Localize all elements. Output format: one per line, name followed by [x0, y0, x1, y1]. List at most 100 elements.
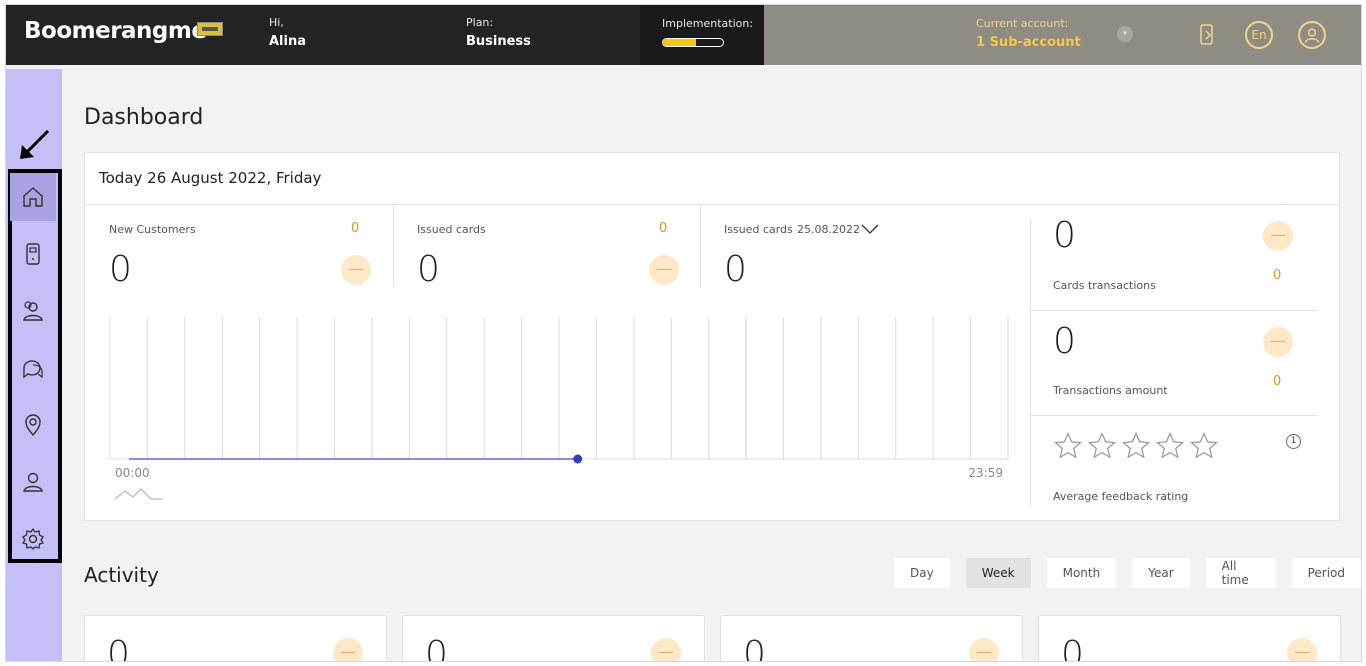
neutral-trend-icon: —: [651, 638, 681, 661]
star-icon: [1155, 431, 1185, 459]
activity-card: 0 —: [1038, 615, 1341, 662]
chat-icon: [23, 360, 43, 379]
neutral-trend-icon: —: [969, 638, 999, 661]
top-bar-left: Boomerangme Hi, Alina Plan: Business Imp…: [6, 5, 764, 65]
activity-title: Activity: [84, 563, 159, 587]
feedback-label: Average feedback rating: [1053, 490, 1189, 503]
sidebar-item-home[interactable]: [10, 173, 56, 221]
user-name: Alina: [269, 34, 307, 49]
wave-icon: [114, 488, 163, 500]
date-select[interactable]: 25.08.2022: [797, 223, 860, 236]
stat-delta: 0: [659, 221, 668, 236]
info-icon[interactable]: 1: [1286, 434, 1301, 449]
chevron-down-icon[interactable]: [861, 224, 879, 234]
plan-label: Plan:: [466, 16, 494, 29]
activity-value: 0: [1061, 634, 1084, 662]
greeting-label: Hi,: [269, 16, 284, 29]
period-tabs: Day Week Month Year All time Period: [894, 558, 1361, 588]
gear-icon: [21, 527, 45, 550]
neutral-trend-icon: —: [1263, 221, 1293, 251]
tab-year[interactable]: Year: [1132, 558, 1190, 588]
stat-delta: 0: [351, 221, 360, 236]
home-icon: [23, 187, 43, 207]
stat-value: 0: [109, 249, 132, 290]
flag-icon: [197, 22, 223, 36]
stat-value: 0: [724, 249, 747, 290]
transactions-amount-label: Transactions amount: [1053, 384, 1168, 397]
top-bar: Boomerangme Hi, Alina Plan: Business Imp…: [6, 5, 1361, 65]
stat-issued-cards: Issued cards 0 0 —: [417, 205, 679, 290]
tab-period[interactable]: Period: [1291, 558, 1361, 588]
plan: Plan: Business: [466, 16, 531, 49]
x-tick-end: 23:59: [968, 466, 1003, 480]
divider: [1031, 415, 1317, 416]
today-date: Today 26 August 2022, Friday: [85, 153, 1339, 205]
stat-label: New Customers: [109, 223, 196, 236]
neutral-trend-icon: —: [333, 638, 363, 661]
sidebar-item-users[interactable]: [10, 458, 56, 506]
arrow-annotation-icon: [20, 129, 50, 159]
tab-all-time[interactable]: All time: [1205, 558, 1276, 588]
neutral-trend-icon: —: [341, 255, 371, 285]
activity-card: 0 —: [402, 615, 705, 662]
neutral-trend-icon: —: [1287, 638, 1317, 661]
sidebar: [6, 69, 62, 661]
top-bar-right: Current account: 1 Sub-account ▾ En: [764, 5, 1361, 65]
activity-value: 0: [425, 634, 448, 662]
tab-week[interactable]: Week: [965, 558, 1031, 588]
divider: [700, 205, 701, 287]
app-frame: Boomerangme Hi, Alina Plan: Business Imp…: [5, 4, 1362, 662]
activity-value: 0: [743, 634, 766, 662]
stat-value: 0: [417, 249, 440, 290]
implementation-progress-bar: [662, 38, 724, 47]
stat-issued-cards-date: Issued cards 25.08.2022 0: [724, 205, 1024, 290]
sidebar-item-customers[interactable]: [10, 287, 56, 335]
chevron-down-icon[interactable]: ▾: [1117, 26, 1133, 42]
logo[interactable]: Boomerangme: [24, 18, 207, 44]
implementation-status[interactable]: Implementation:: [640, 5, 764, 65]
cards-transactions-label: Cards transactions: [1053, 279, 1156, 292]
current-point: [573, 454, 583, 464]
cards-transactions-value: 0: [1053, 215, 1076, 256]
greeting: Hi, Alina: [269, 16, 306, 49]
star-icon: [1053, 431, 1083, 459]
activity-value: 0: [107, 634, 130, 662]
sidebar-item-locations[interactable]: [10, 401, 56, 449]
language-icon[interactable]: En: [1245, 21, 1273, 49]
transactions-amount-value: 0: [1053, 321, 1076, 362]
neutral-trend-icon: —: [649, 255, 679, 285]
star-icon: [1189, 431, 1219, 459]
divider: [1031, 310, 1317, 311]
stat-label: Issued cards: [417, 223, 486, 236]
plan-value: Business: [466, 34, 531, 49]
profile-icon[interactable]: [1298, 21, 1326, 49]
location-icon: [25, 414, 41, 437]
star-icon: [1121, 431, 1151, 459]
sidebar-item-cards[interactable]: [10, 230, 56, 278]
account-value: 1 Sub-account: [976, 35, 1081, 50]
phone-icon[interactable]: [1197, 23, 1217, 47]
account-label: Current account:: [976, 17, 1069, 30]
activity-card: 0 —: [84, 615, 387, 662]
account-switcher[interactable]: Current account: 1 Sub-account: [976, 17, 1081, 50]
activity-card: 0 —: [720, 615, 1023, 662]
sidebar-item-settings[interactable]: [10, 515, 56, 563]
dashboard-card: Today 26 August 2022, Friday New Custome…: [84, 152, 1340, 521]
x-tick-start: 00:00: [115, 466, 150, 480]
user-icon: [23, 472, 43, 492]
tab-month[interactable]: Month: [1046, 558, 1117, 588]
card-device-icon: [26, 243, 40, 265]
tab-day[interactable]: Day: [894, 558, 950, 588]
neutral-trend-icon: —: [1263, 327, 1293, 357]
cards-transactions-delta: 0: [1273, 268, 1282, 283]
divider: [1030, 219, 1031, 507]
implementation-label: Implementation:: [662, 17, 754, 30]
stat-label: Issued cards: [724, 223, 793, 236]
implementation-progress-fill: [663, 39, 696, 46]
sidebar-item-messages[interactable]: [10, 344, 56, 392]
customers-icon: [23, 301, 43, 321]
page-title: Dashboard: [84, 105, 204, 130]
transactions-amount-delta: 0: [1273, 374, 1282, 389]
star-icon: [1087, 431, 1117, 459]
daily-chart: 00:00 23:59: [109, 317, 1009, 480]
